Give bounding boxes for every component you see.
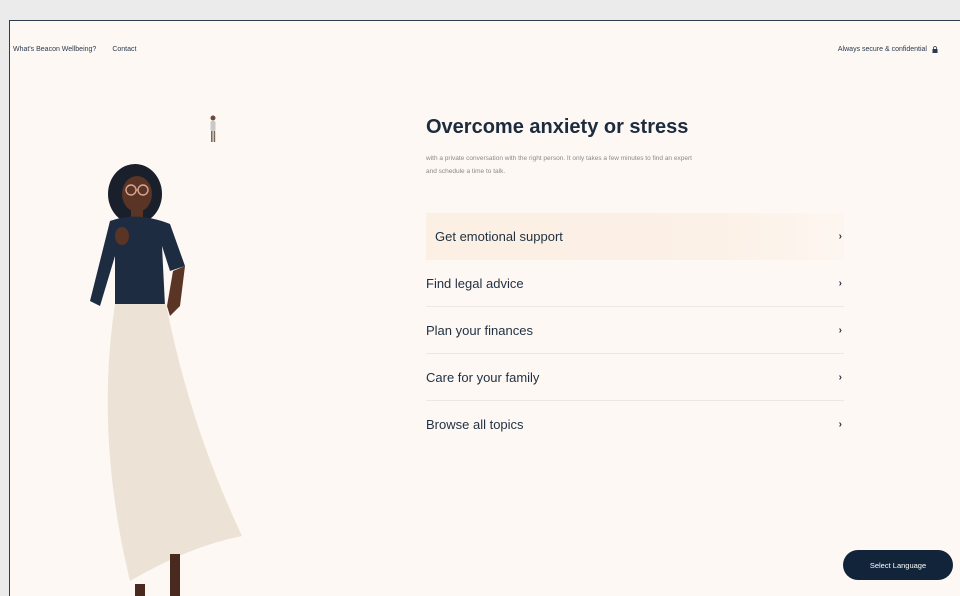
top-nav: What's Beacon Wellbeing? Contact xyxy=(13,46,136,53)
chevron-right-icon: › xyxy=(838,231,842,242)
page-subtitle: with a private conversation with the rig… xyxy=(426,152,806,178)
select-language-button[interactable]: Select Language xyxy=(843,550,953,580)
lock-icon xyxy=(932,46,938,53)
secure-label: Always secure & confidential xyxy=(837,46,927,53)
option-label: Plan your finances xyxy=(426,322,533,338)
option-label: Browse all topics xyxy=(426,417,524,432)
woman-illustration xyxy=(90,164,243,596)
chevron-right-icon: › xyxy=(838,324,842,336)
option-label: Care for your family xyxy=(426,369,540,385)
chevron-right-icon: › xyxy=(838,419,842,430)
option-get-emotional-support[interactable]: Get emotional support › xyxy=(426,213,844,260)
subtitle-line-1: with a private conversation with the rig… xyxy=(426,155,692,162)
option-browse-all-topics[interactable]: Browse all topics › xyxy=(426,401,844,448)
secure-notice: Always secure & confidential xyxy=(838,46,938,53)
people-illustration xyxy=(90,115,243,596)
page-frame: What's Beacon Wellbeing? Contact Always … xyxy=(9,20,960,596)
subtitle-line-2: and schedule a time to talk. xyxy=(426,168,506,175)
option-find-legal-advice[interactable]: Find legal advice › xyxy=(426,260,844,307)
option-label: Get emotional support xyxy=(435,229,563,244)
chevron-right-icon: › xyxy=(838,371,842,383)
chevron-right-icon: › xyxy=(838,277,842,289)
option-label: Find legal advice xyxy=(426,275,524,291)
option-care-for-your-family[interactable]: Care for your family › xyxy=(426,354,844,401)
small-person-illustration xyxy=(210,115,216,142)
option-plan-your-finances[interactable]: Plan your finances › xyxy=(426,307,844,354)
page-title: Overcome anxiety or stress xyxy=(426,116,689,138)
topic-options-list: Get emotional support › Find legal advic… xyxy=(426,213,844,448)
nav-link-contact[interactable]: Contact xyxy=(112,46,136,53)
nav-link-whats-beacon[interactable]: What's Beacon Wellbeing? xyxy=(13,46,96,53)
